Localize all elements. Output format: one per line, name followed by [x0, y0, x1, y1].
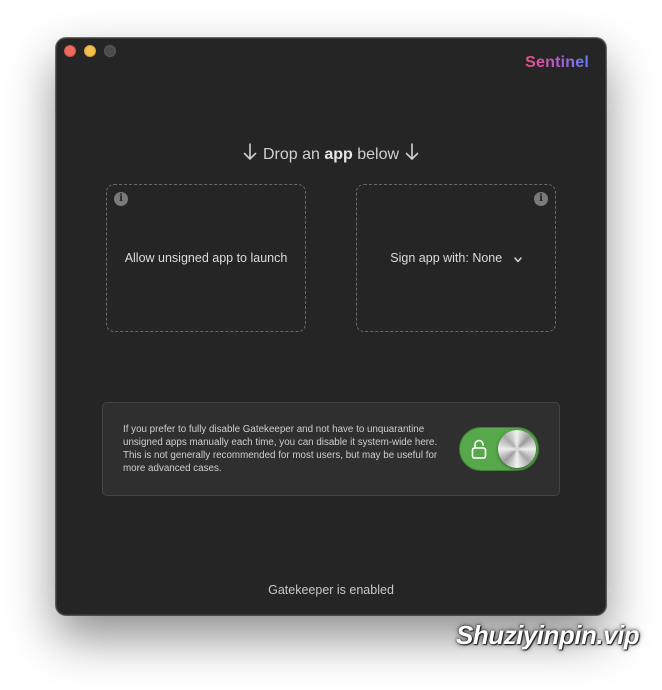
- gatekeeper-description: If you prefer to fully disable Gatekeepe…: [123, 424, 438, 474]
- toggle-knob[interactable]: [498, 430, 536, 468]
- sign-app-selected-value[interactable]: None: [472, 251, 502, 265]
- info-icon[interactable]: i: [534, 192, 548, 206]
- info-icon[interactable]: i: [114, 192, 128, 206]
- close-window-button[interactable]: [64, 45, 76, 57]
- gatekeeper-toggle[interactable]: [459, 427, 539, 471]
- app-window: Sentinel Drop an app below i Allow unsig…: [56, 38, 606, 615]
- app-brand-title: Sentinel: [525, 54, 589, 71]
- sign-app-selector[interactable]: Sign app with: None: [357, 251, 555, 266]
- sign-app-drop-zone[interactable]: i Sign app with: None: [356, 184, 556, 332]
- arrow-down-icon: [405, 143, 419, 167]
- gatekeeper-panel: If you prefer to fully disable Gatekeepe…: [102, 402, 560, 496]
- sign-app-label: Sign app with:: [390, 251, 469, 265]
- drop-heading-bold: app: [324, 146, 353, 164]
- zoom-window-button[interactable]: [104, 45, 116, 57]
- drop-app-heading: Drop an app below: [56, 143, 606, 167]
- watermark-text: Shuziyinpin.vip: [456, 620, 640, 650]
- drop-heading-prefix: Drop an: [262, 146, 320, 164]
- unsigned-app-drop-zone[interactable]: i Allow unsigned app to launch: [106, 184, 306, 332]
- gatekeeper-status: Gatekeeper is enabled: [268, 583, 394, 597]
- drop-heading-suffix: below: [357, 146, 400, 164]
- screenshot-stage: Sentinel Drop an app below i Allow unsig…: [0, 0, 662, 690]
- lock-open-icon: [471, 439, 487, 464]
- minimize-window-button[interactable]: [84, 45, 96, 57]
- arrow-down-icon: [243, 143, 257, 167]
- chevron-down-icon[interactable]: [513, 252, 522, 266]
- unsigned-app-label: Allow unsigned app to launch: [124, 251, 288, 265]
